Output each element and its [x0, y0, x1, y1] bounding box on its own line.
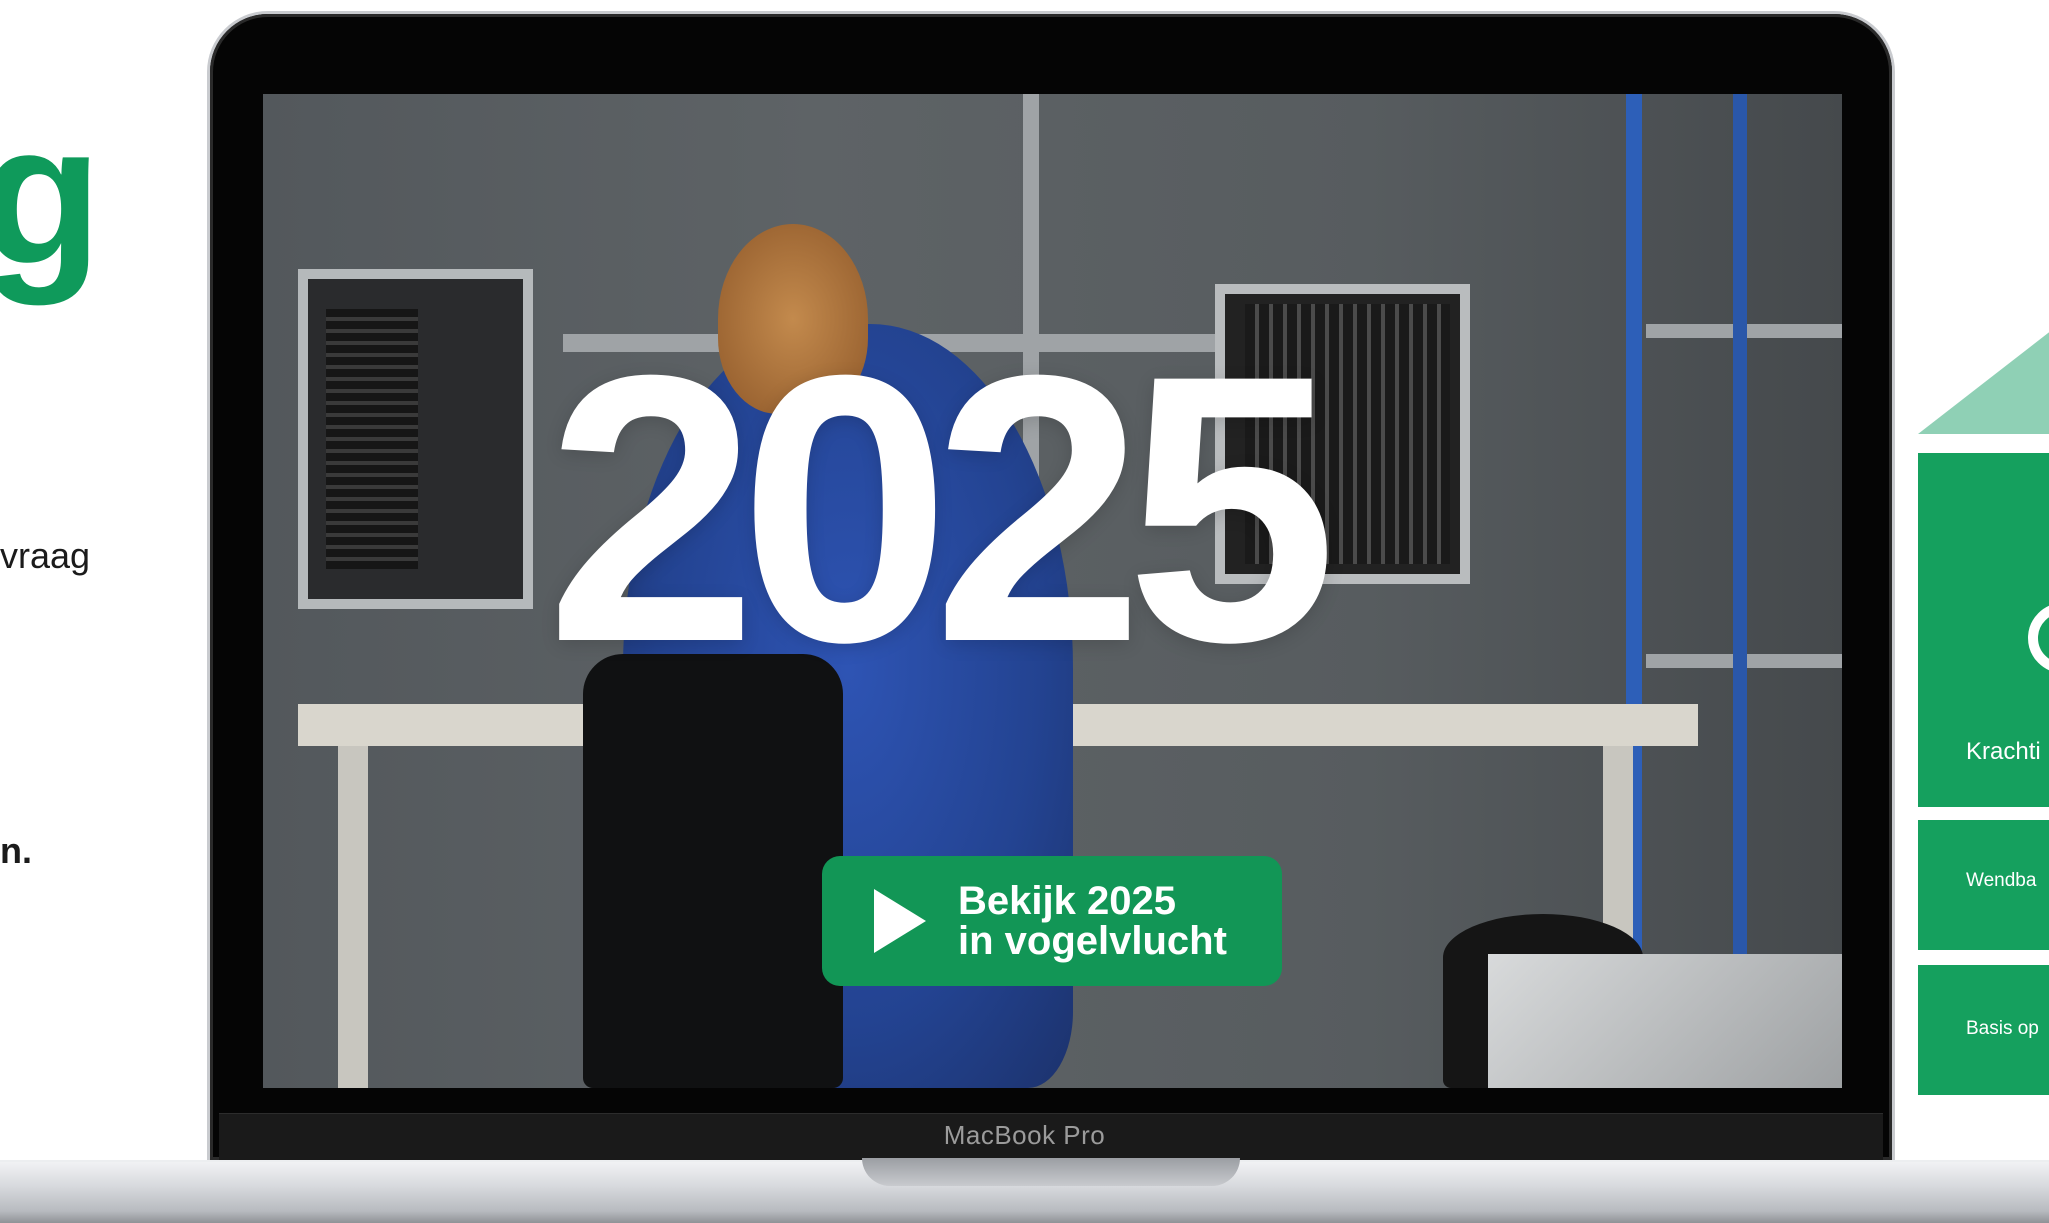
laptop-notch — [862, 1158, 1240, 1186]
watch-video-label: Bekijk 2025 in vogelvlucht — [958, 881, 1227, 961]
feature-icon — [2028, 603, 2049, 673]
intro-text-fragment: vraag — [0, 535, 91, 576]
feature-card[interactable]: Krachti — [1918, 453, 2049, 807]
feature-card[interactable]: Wendba — [1918, 820, 2049, 950]
feature-card[interactable]: Basis op — [1918, 965, 2049, 1095]
year-overlay: 2025 — [546, 296, 1337, 721]
watch-video-button[interactable]: Bekijk 2025 in vogelvlucht — [822, 856, 1282, 986]
storage-rack — [298, 269, 533, 609]
video-player[interactable]: 2025 Bekijk 2025 in vogelvlucht — [263, 94, 1842, 1088]
play-icon — [874, 889, 926, 953]
cta-line-2: in vogelvlucht — [958, 919, 1227, 963]
feature-card-label: Basis op — [1966, 1018, 2039, 1039]
rack-post — [1733, 94, 1747, 1088]
house-roof — [1918, 302, 2049, 434]
metal-tray — [1488, 954, 1842, 1088]
page-heading-fragment: g — [0, 83, 103, 306]
workbench-leg — [338, 746, 368, 1088]
feature-card-label: Krachti — [1966, 738, 2041, 765]
cta-line-1: Bekijk 2025 — [958, 879, 1176, 923]
bold-text-fragment: n. — [0, 830, 32, 871]
feature-card-label: Wendba — [1966, 870, 2037, 891]
laptop-brand-label: MacBook Pro — [943, 1120, 1106, 1150]
